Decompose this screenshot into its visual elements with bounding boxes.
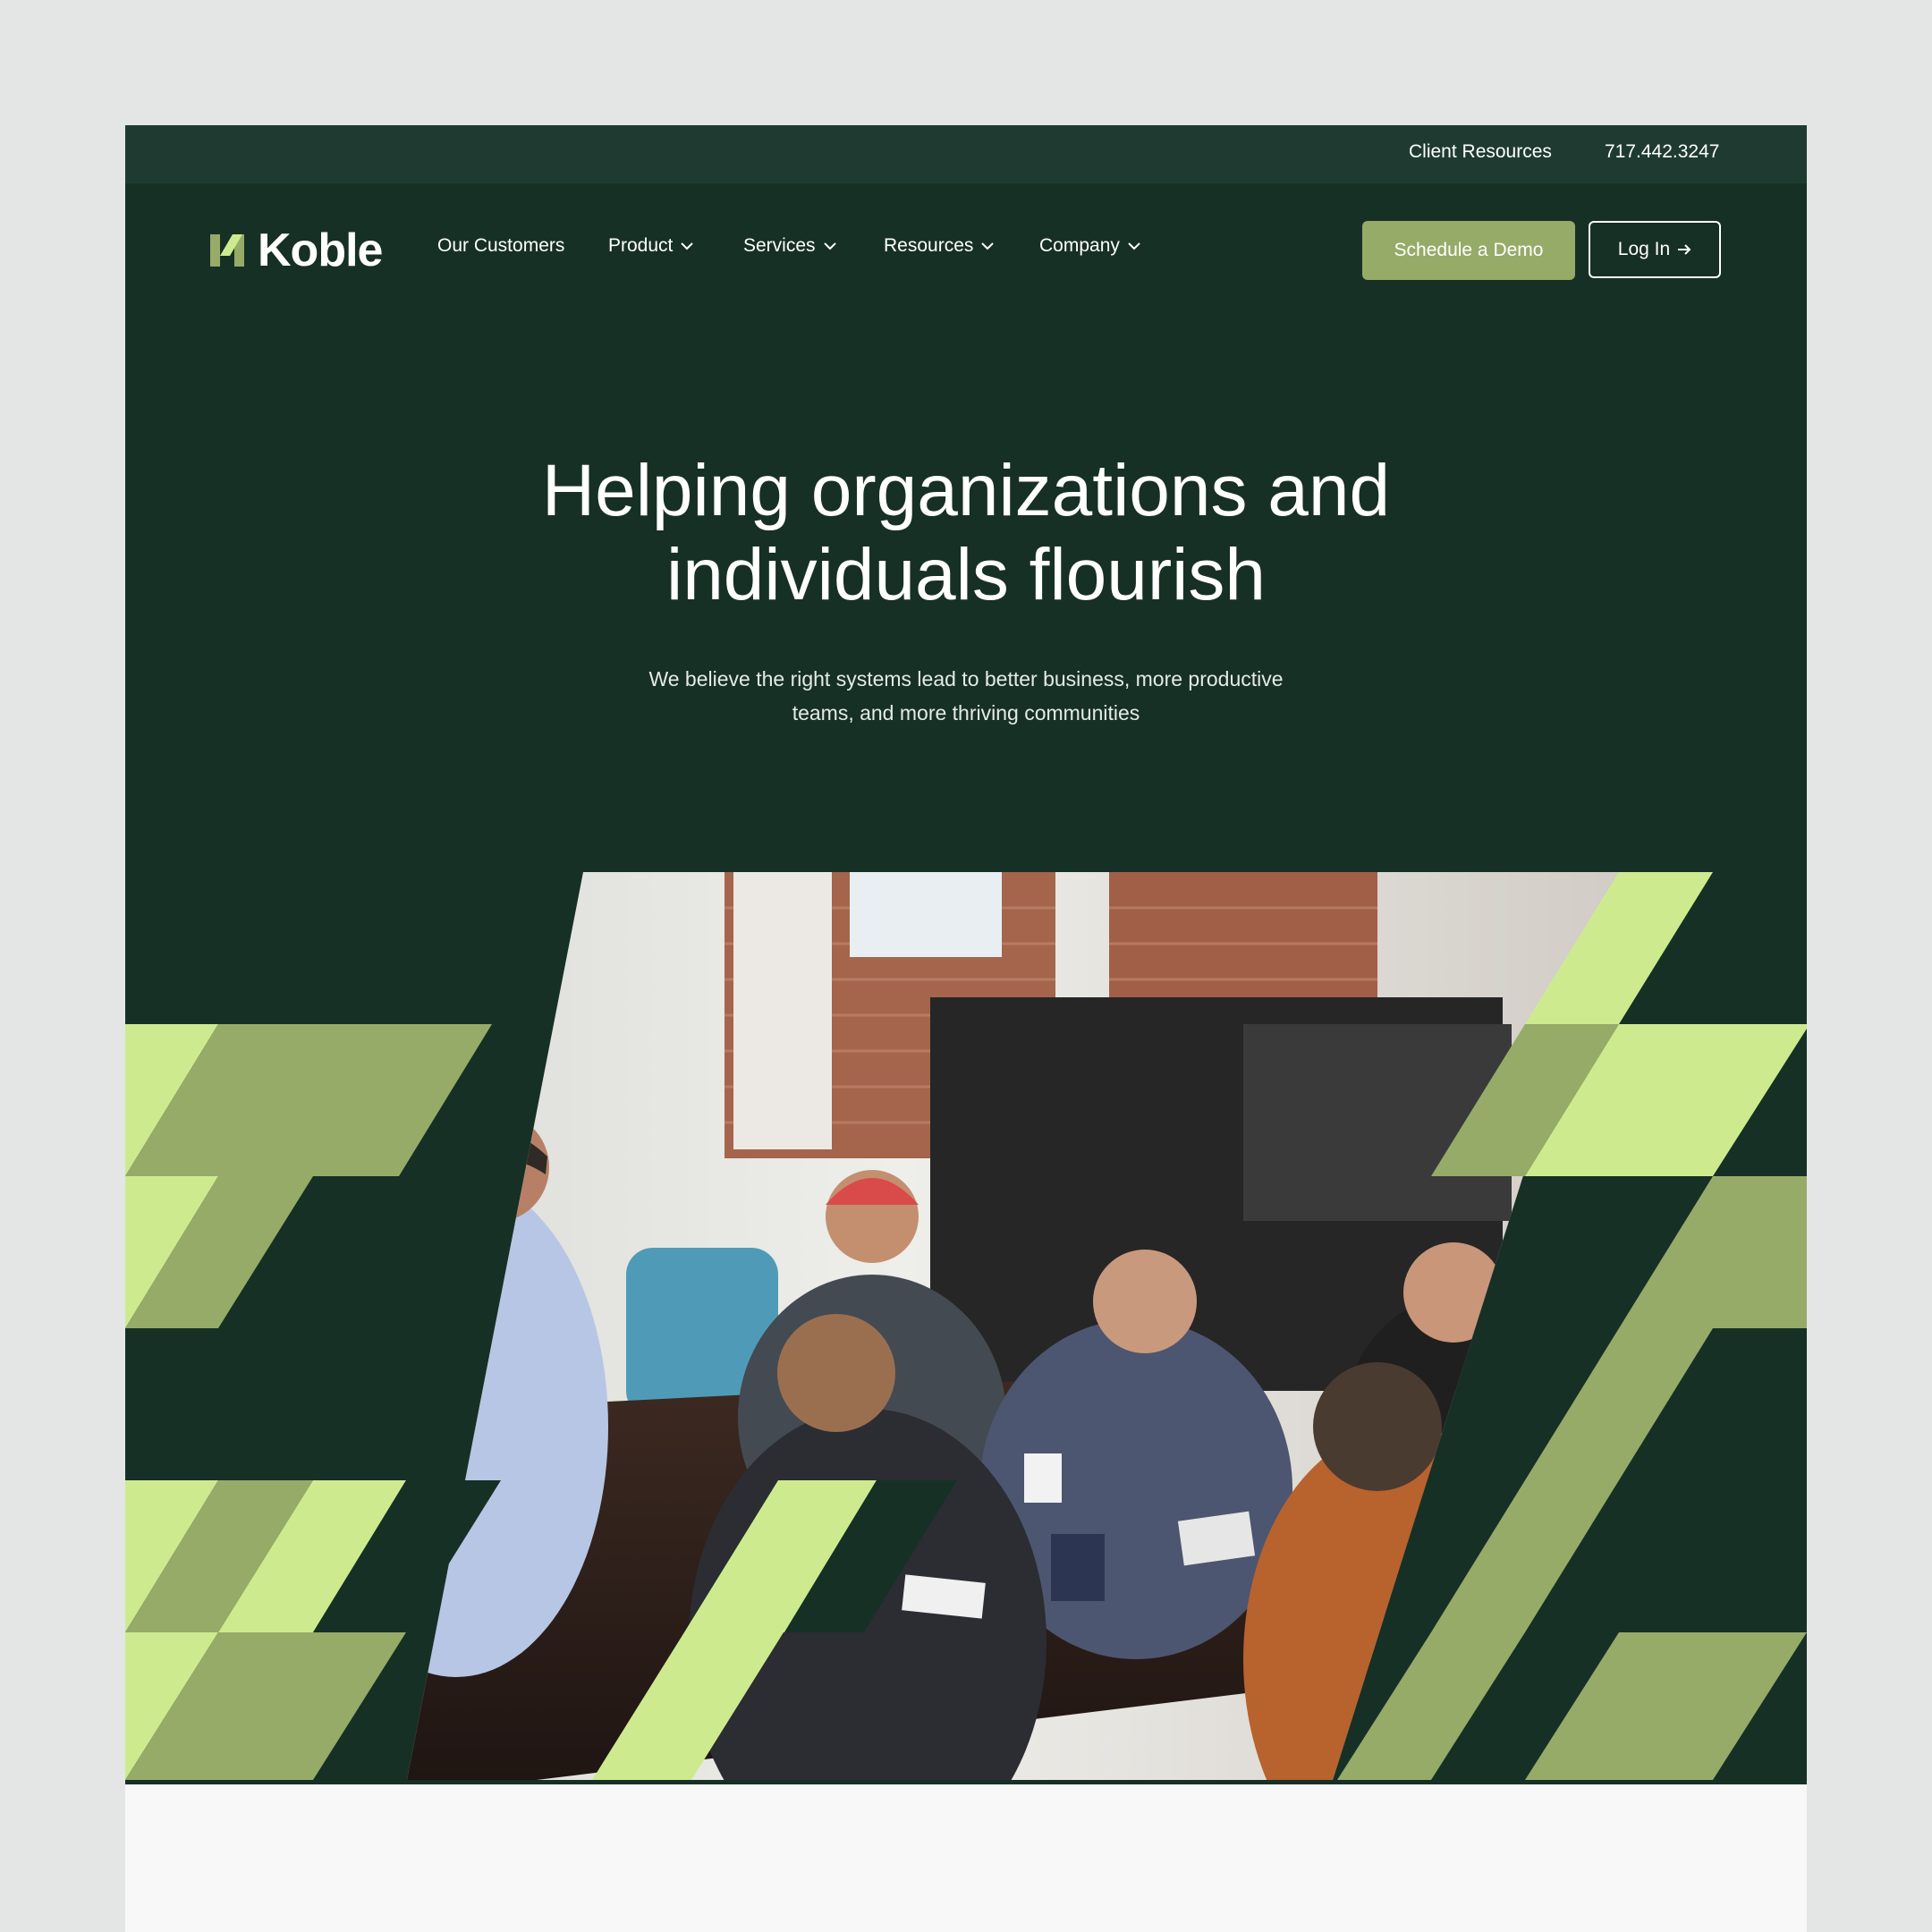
client-resources-link[interactable]: Client Resources bbox=[1409, 141, 1552, 163]
nav-resources[interactable]: Resources bbox=[884, 235, 995, 257]
hero-title-line-2: individuals flourish bbox=[665, 534, 1266, 615]
main-navigation: Koble Our Customers Product Services Res… bbox=[125, 183, 1807, 313]
nav-resources-label: Resources bbox=[884, 235, 974, 256]
nav-our-customers-label: Our Customers bbox=[437, 235, 565, 256]
page-frame: Client Resources 717.442.3247 Koble Our … bbox=[125, 125, 1807, 1932]
nav-our-customers[interactable]: Our Customers bbox=[437, 235, 564, 257]
nav-product-label: Product bbox=[608, 235, 674, 256]
schedule-demo-button[interactable]: Schedule a Demo bbox=[1362, 221, 1575, 280]
nav-product[interactable]: Product bbox=[608, 235, 694, 257]
phone-link[interactable]: 717.442.3247 bbox=[1605, 141, 1719, 163]
hero-title-line-1: Helping organizations and bbox=[541, 450, 1391, 531]
nav-services-label: Services bbox=[743, 235, 816, 256]
arrow-right-icon bbox=[1678, 244, 1691, 255]
hero-title: Helping organizations and individuals fl… bbox=[125, 449, 1807, 617]
brand-name: Koble bbox=[258, 225, 383, 276]
nav-company[interactable]: Company bbox=[1039, 235, 1141, 257]
chevron-down-icon bbox=[681, 242, 694, 250]
hero-subtitle-line-2: teams, and more thriving communities bbox=[792, 701, 1140, 724]
utility-bar: Client Resources 717.442.3247 bbox=[125, 125, 1807, 183]
login-button-label: Log In bbox=[1617, 239, 1671, 259]
hero-subtitle: We believe the right systems lead to bet… bbox=[125, 662, 1807, 730]
chevron-down-icon bbox=[1128, 242, 1140, 250]
hero-graphic bbox=[125, 872, 1807, 1780]
login-button[interactable]: Log In bbox=[1589, 221, 1721, 278]
koble-logo-mark-icon bbox=[210, 234, 244, 267]
hero-subtitle-line-1: We believe the right systems lead to bet… bbox=[648, 667, 1284, 691]
chevron-down-icon bbox=[823, 242, 836, 250]
nav-company-label: Company bbox=[1039, 235, 1120, 256]
brand-logo[interactable]: Koble bbox=[209, 224, 383, 277]
nav-services[interactable]: Services bbox=[743, 235, 837, 257]
chevron-down-icon bbox=[981, 242, 995, 250]
